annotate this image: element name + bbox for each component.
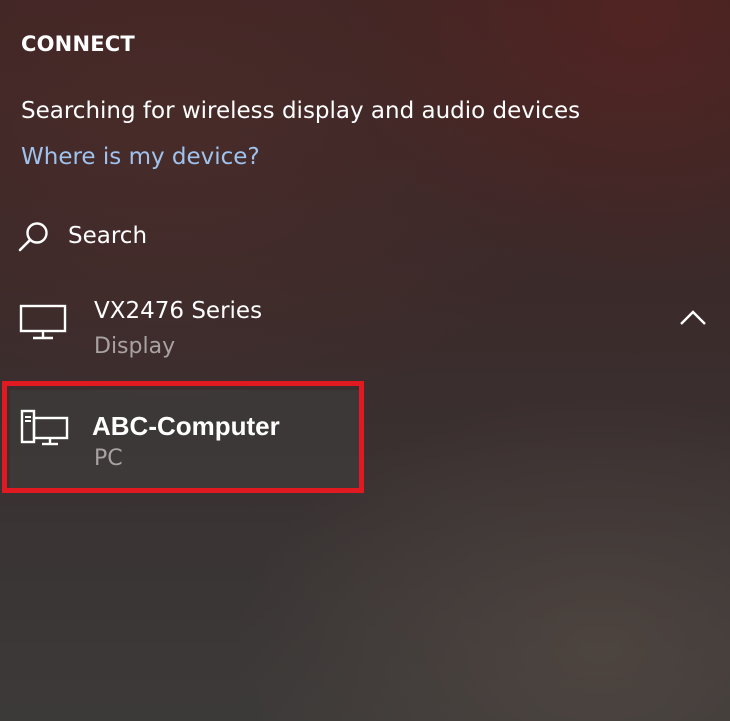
connect-panel: CONNECT Searching for wireless display a… [0,0,730,721]
panel-title: CONNECT [21,32,135,56]
device-item-vx2476[interactable]: VX2476 Series Display [0,292,730,376]
device-name: VX2476 Series [94,298,263,324]
where-is-my-device-link[interactable]: Where is my device? [21,144,260,170]
highlight-annotation-box [2,381,364,493]
monitor-icon [18,302,72,342]
status-text: Searching for wireless display and audio… [21,98,581,124]
search-label: Search [68,223,148,249]
search-button[interactable]: Search [16,214,147,258]
device-type: Display [94,334,176,359]
chevron-up-icon[interactable] [676,302,710,332]
search-icon [16,216,56,256]
